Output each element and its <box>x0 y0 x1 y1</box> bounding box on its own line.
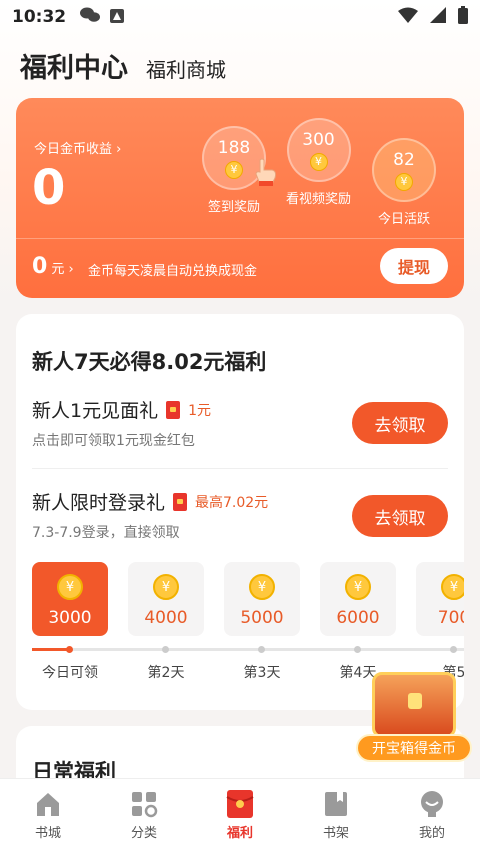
red-packet-icon <box>166 400 181 419</box>
nav-bookstore[interactable]: 书城 <box>0 779 96 852</box>
gift1-title: 新人1元见面礼 <box>32 400 159 422</box>
activity-reward-bubble[interactable]: 82 ¥ 今日活跃 <box>372 138 436 227</box>
coin-icon: ¥ <box>153 574 179 600</box>
activity-reward-caption: 今日活跃 <box>377 212 430 227</box>
nav-bookshelf[interactable]: 书架 <box>288 779 384 852</box>
nav-profile-label: 我的 <box>418 826 445 841</box>
nav-bookstore-label: 书城 <box>34 826 61 841</box>
day-3-label: 第3天 <box>243 665 281 681</box>
progress-tick <box>450 646 457 653</box>
progress-tick <box>162 646 169 653</box>
cash-balance-value: 0 <box>32 254 48 279</box>
gift1-claim-button[interactable]: 去领取 <box>352 402 448 444</box>
progress-fill <box>32 648 70 651</box>
row-divider <box>32 468 448 469</box>
day-5-value: 700 <box>437 608 464 628</box>
nav-welfare[interactable]: 福利 <box>192 779 288 852</box>
gift1-title-row: 新人1元见面礼 1元 <box>32 396 211 423</box>
coin-icon: ¥ <box>395 172 413 191</box>
video-reward-value: 300 <box>302 129 335 150</box>
gift2-title: 新人限时登录礼 <box>32 492 166 514</box>
card-divider <box>16 238 464 239</box>
coin-icon: ¥ <box>309 152 328 171</box>
day-4-value: 6000 <box>336 608 380 628</box>
red-packet-icon <box>173 492 188 511</box>
bookshelf-icon <box>322 790 350 818</box>
coin-icon: ¥ <box>57 574 83 600</box>
nav-category-label: 分类 <box>130 826 157 841</box>
withdraw-button[interactable]: 提现 <box>380 248 448 284</box>
treasure-chest-button[interactable]: 开宝箱得金币 <box>356 668 472 768</box>
page-header: 福利中心 福利商城 <box>20 46 226 85</box>
gift2-subtitle: 7.3-7.9登录，直接领取 <box>32 525 180 541</box>
day-card-5[interactable]: ¥ 700 <box>416 562 464 636</box>
battery-icon <box>458 5 468 29</box>
treasure-chest-label: 开宝箱得金币 <box>356 734 472 762</box>
gift1-subtitle: 点击即可领取1元现金红包 <box>32 433 195 449</box>
day-card-3[interactable]: ¥ 5000 <box>224 562 300 636</box>
gift2-tag: 最高7.02元 <box>195 494 269 511</box>
signal-icon <box>430 6 446 28</box>
day-card-4[interactable]: ¥ 6000 <box>320 562 396 636</box>
bottom-navigation: 书城 分类 福利 书架 我的 <box>0 778 480 852</box>
newbie-welfare-card: 新人7天必得8.02元福利 新人1元见面礼 1元 点击即可领取1元现金红包 去领… <box>16 314 464 710</box>
pointing-hand-icon <box>250 156 280 193</box>
status-bar: 10:32 <box>0 0 480 34</box>
activity-reward-value: 82 <box>393 149 415 170</box>
category-icon <box>130 790 158 818</box>
progress-tick <box>258 646 265 653</box>
exchange-note: 金币每天凌晨自动兑换成现金 <box>88 264 258 279</box>
cash-balance-unit: 元 › <box>51 262 74 277</box>
sign-in-reward-caption: 签到奖励 <box>207 200 260 215</box>
progress-tick <box>354 646 361 653</box>
nav-bookshelf-label: 书架 <box>322 826 349 841</box>
tab-welfare-mall[interactable]: 福利商城 <box>146 54 226 83</box>
status-time: 10:32 <box>12 7 67 27</box>
progress-tick <box>66 646 73 653</box>
day-2-label: 第2天 <box>147 665 185 681</box>
wifi-icon <box>398 7 418 28</box>
nav-category[interactable]: 分类 <box>96 779 192 852</box>
day-card-2[interactable]: ¥ 4000 <box>128 562 204 636</box>
page-title[interactable]: 福利中心 <box>20 46 128 85</box>
gift2-title-row: 新人限时登录礼 最高7.02元 <box>32 488 268 515</box>
profile-icon <box>418 790 446 818</box>
cash-balance-link[interactable]: 0 元 › <box>32 254 74 279</box>
newbie-welfare-title: 新人7天必得8.02元福利 <box>32 350 267 374</box>
earnings-card: 今日金币收益 › 0 188 ¥ 签到奖励 300 ¥ 看视频奖励 82 ¥ 今日活跃… <box>16 98 464 298</box>
coin-icon: ¥ <box>345 574 371 600</box>
coins-today-value: 0 <box>32 160 66 216</box>
coin-icon: ¥ <box>441 574 464 600</box>
progress-track <box>32 648 464 651</box>
day-1-value: 3000 <box>48 608 92 628</box>
day-1-label: 今日可领 <box>42 665 98 681</box>
app-notification-icon <box>110 8 125 27</box>
day-2-value: 4000 <box>144 608 188 628</box>
nav-welfare-label: 福利 <box>226 826 253 841</box>
coins-today-link[interactable]: 今日金币收益 › <box>34 138 121 157</box>
video-reward-bubble[interactable]: 300 ¥ 看视频奖励 <box>286 118 351 207</box>
wechat-icon <box>80 7 101 27</box>
nav-profile[interactable]: 我的 <box>384 779 480 852</box>
treasure-chest-icon <box>372 672 456 738</box>
coin-icon: ¥ <box>249 574 275 600</box>
gift1-tag: 1元 <box>188 402 212 419</box>
gift2-claim-button[interactable]: 去领取 <box>352 495 448 537</box>
day-3-value: 5000 <box>240 608 284 628</box>
day-card-1[interactable]: ¥ 3000 <box>32 562 108 636</box>
home-icon <box>34 790 62 818</box>
coin-icon: ¥ <box>225 160 243 179</box>
sign-in-reward-value: 188 <box>217 137 251 158</box>
red-envelope-icon <box>226 790 254 818</box>
video-reward-caption: 看视频奖励 <box>286 192 352 207</box>
